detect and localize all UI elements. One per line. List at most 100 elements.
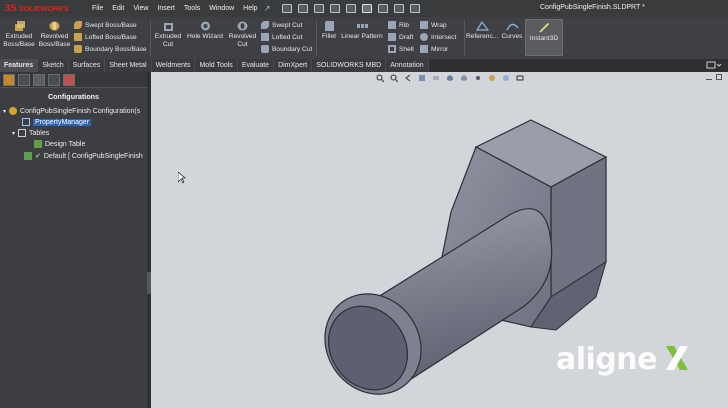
boundary-cut-button[interactable]: Boundary Cut xyxy=(261,45,312,53)
fillet-button[interactable]: Fillet xyxy=(318,20,340,41)
wrap-icon xyxy=(420,21,428,29)
fillet-label: Fillet xyxy=(322,33,336,40)
instant3d-button[interactable]: Instant3D xyxy=(525,19,563,56)
lofted-boss-label: Lofted Boss/Base xyxy=(85,33,137,41)
pin-icon[interactable]: ↗ xyxy=(264,4,271,13)
tree-item-default-config[interactable]: ✔ Default [ ConfigPubSingleFinish xyxy=(24,152,143,160)
lofted-cut-button[interactable]: Lofted Cut xyxy=(261,33,302,41)
feature-manager-panel: Configurations ▾ ConfigPubSingleFinish C… xyxy=(0,72,147,408)
linear-pattern-icon xyxy=(356,24,368,28)
display-manager-tab-icon[interactable] xyxy=(63,73,75,86)
document-title: ConfigPubSingleFinish.SLDPRT * xyxy=(540,4,645,11)
swept-cut-button[interactable]: Swept Cut xyxy=(261,21,302,29)
command-manager-ribbon: Extruded Boss/Base Revolved Boss/Base Sw… xyxy=(0,17,728,59)
menu-edit[interactable]: Edit xyxy=(112,5,124,12)
intersect-button[interactable]: Intersect xyxy=(420,33,456,41)
tab-options-icon[interactable] xyxy=(706,61,722,70)
menu-insert[interactable]: Insert xyxy=(157,5,175,12)
tables-icon xyxy=(18,129,27,137)
tab-annotation[interactable]: Annotation xyxy=(386,59,429,72)
swept-boss-label: Swept Boss/Base xyxy=(85,21,137,29)
reference-geometry-icon xyxy=(475,20,489,31)
boundary-boss-button[interactable]: Boundary Boss/Base xyxy=(74,45,147,53)
feature-manager-tab-icon[interactable] xyxy=(3,73,15,86)
panel-title: Configurations xyxy=(47,92,100,101)
hole-wizard-button[interactable]: Hole Wizard xyxy=(186,20,224,41)
select-icon[interactable] xyxy=(362,4,373,13)
extruded-cut-button[interactable]: Extruded Cut xyxy=(153,20,183,49)
lofted-cut-label: Lofted Cut xyxy=(272,33,303,41)
revolved-boss-label: Revolved Boss/Base xyxy=(38,33,71,48)
ds-logo-icon: 3S xyxy=(4,3,17,14)
tab-dimxpert[interactable]: DimXpert xyxy=(274,59,313,72)
dimxpert-manager-tab-icon[interactable] xyxy=(48,73,60,86)
wrap-button[interactable]: Wrap xyxy=(420,21,447,29)
curves-icon xyxy=(505,23,519,31)
tree-item-design-table[interactable]: Design Table xyxy=(34,140,85,148)
undo-icon[interactable] xyxy=(346,4,357,13)
hole-wizard-icon xyxy=(200,21,210,31)
tree-item-label: Default [ ConfigPubSingleFinish xyxy=(43,152,143,160)
active-config-check-icon: ✔ xyxy=(35,153,41,160)
shell-button[interactable]: Shell xyxy=(388,45,414,53)
tab-features[interactable]: Features xyxy=(0,59,39,72)
extruded-boss-label: Extruded Boss/Base xyxy=(3,33,35,48)
property-manager-tab-icon[interactable] xyxy=(18,73,30,86)
tree-root[interactable]: ▾ ConfigPubSingleFinish Configuration(s xyxy=(3,107,140,115)
ribbon-divider xyxy=(316,20,317,56)
lofted-boss-button[interactable]: Lofted Boss/Base xyxy=(74,33,137,41)
file-properties-icon[interactable] xyxy=(394,4,405,13)
save-icon[interactable] xyxy=(314,4,325,13)
solidworks-logo[interactable]: 3S SOLIDWORKS xyxy=(4,4,84,14)
menu-file[interactable]: File xyxy=(92,5,103,12)
tab-solidworks-mbd[interactable]: SOLIDWORKS MBD xyxy=(312,59,387,72)
panel-tab-strip xyxy=(0,72,147,88)
tab-sketch[interactable]: Sketch xyxy=(38,59,69,72)
expand-toggle-icon[interactable]: ▾ xyxy=(12,130,15,137)
menu-help[interactable]: Help xyxy=(243,5,257,12)
tree-item-label: Tables xyxy=(29,129,50,137)
intersect-icon xyxy=(420,33,428,41)
menu-window[interactable]: Window xyxy=(209,5,234,12)
reference-geometry-label: Referenc... xyxy=(466,33,499,40)
alignex-x-logo-icon xyxy=(666,346,688,370)
curves-button[interactable]: Curves xyxy=(500,20,524,41)
reference-geometry-button[interactable]: Referenc... xyxy=(466,20,498,41)
intersect-label: Intersect xyxy=(431,33,457,41)
mirror-icon xyxy=(420,45,428,53)
expand-toggle-icon[interactable]: ▾ xyxy=(3,108,6,115)
swept-boss-button[interactable]: Swept Boss/Base xyxy=(74,21,137,29)
extruded-boss-button[interactable]: Extruded Boss/Base xyxy=(3,20,35,49)
tab-mold-tools[interactable]: Mold Tools xyxy=(195,59,238,72)
tab-sheet-metal[interactable]: Sheet Metal xyxy=(105,59,152,72)
design-table-icon xyxy=(34,140,42,148)
configuration-manager-tab-icon[interactable] xyxy=(33,73,45,86)
boundary-boss-label: Boundary Boss/Base xyxy=(85,45,147,53)
graphics-area[interactable]: aligne xyxy=(151,72,728,408)
tab-weldments[interactable]: Weldments xyxy=(151,59,196,72)
hole-wizard-label: Hole Wizard xyxy=(187,33,223,40)
new-document-icon[interactable] xyxy=(282,4,293,13)
tree-root-label: ConfigPubSingleFinish Configuration(s xyxy=(20,107,141,115)
menu-tools[interactable]: Tools xyxy=(184,5,200,12)
menu-view[interactable]: View xyxy=(133,5,148,12)
solidworks-window: 3S SOLIDWORKS File Edit View Insert Tool… xyxy=(0,0,728,408)
options-icon[interactable] xyxy=(410,4,421,13)
tab-evaluate[interactable]: Evaluate xyxy=(237,59,275,72)
print-icon[interactable] xyxy=(330,4,341,13)
linear-pattern-button[interactable]: Linear Pattern xyxy=(340,20,384,41)
mouse-cursor-icon xyxy=(178,172,186,184)
rebuild-icon[interactable] xyxy=(378,4,389,13)
revolved-cut-button[interactable]: Revolved Cut xyxy=(227,20,258,49)
tree-item-tables[interactable]: ▾ Tables xyxy=(12,129,49,137)
tab-surfaces[interactable]: Surfaces xyxy=(68,59,106,72)
mirror-button[interactable]: Mirror xyxy=(420,45,448,53)
extruded-cut-icon xyxy=(163,23,173,31)
revolved-boss-button[interactable]: Revolved Boss/Base xyxy=(38,20,71,49)
tree-item-property-manager[interactable]: PropertyManager xyxy=(22,118,92,126)
lofted-cut-icon xyxy=(261,33,269,41)
draft-button[interactable]: Draft xyxy=(388,33,413,41)
rib-button[interactable]: Rib xyxy=(388,21,409,29)
open-icon[interactable] xyxy=(298,4,309,13)
mirror-label: Mirror xyxy=(431,45,449,53)
